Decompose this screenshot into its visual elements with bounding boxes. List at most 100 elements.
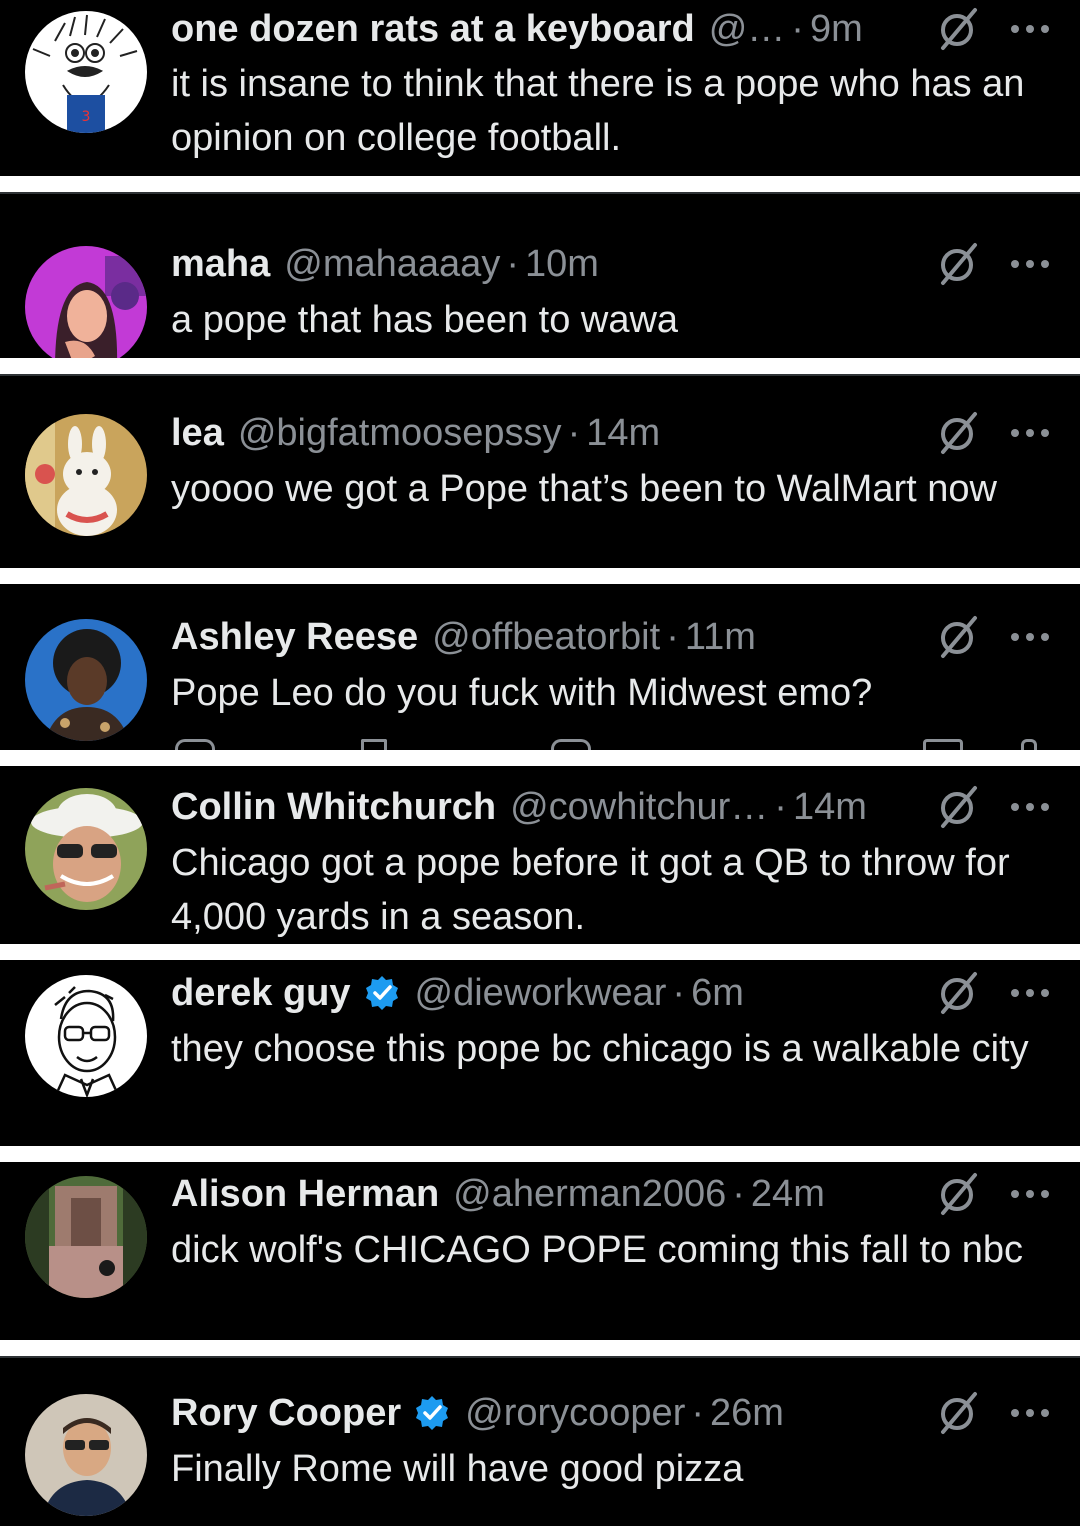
user-handle[interactable]: @mahaaaay	[284, 241, 500, 287]
separator-dot: ·	[732, 1173, 745, 1215]
grok-icon[interactable]	[935, 241, 981, 287]
timestamp[interactable]: 6m	[691, 970, 744, 1016]
avatar[interactable]	[25, 414, 147, 536]
more-options-icon[interactable]	[1008, 1171, 1052, 1217]
more-options-icon[interactable]	[1008, 970, 1052, 1016]
tweet-text: they choose this pope bc chicago is a wa…	[171, 1028, 1029, 1070]
avatar[interactable]	[25, 975, 147, 1097]
bookmark-icon[interactable]	[923, 739, 963, 750]
separator-dot: ·	[666, 616, 679, 658]
separator-dot: ·	[567, 412, 581, 454]
repost-icon[interactable]	[361, 739, 387, 750]
avatar-photo	[25, 414, 147, 536]
user-handle[interactable]: @offbeatorbit	[432, 614, 660, 660]
grok-icon[interactable]	[935, 6, 981, 52]
grok-icon[interactable]	[935, 410, 981, 456]
user-handle[interactable]: @…	[709, 6, 786, 52]
reply-icon[interactable]	[175, 739, 215, 750]
user-handle[interactable]: @cowhitchur…	[510, 784, 768, 830]
grok-icon[interactable]	[935, 614, 981, 660]
timestamp[interactable]: 24m	[751, 1171, 825, 1217]
divider	[0, 374, 1080, 376]
more-options-icon[interactable]	[1008, 410, 1052, 456]
avatar[interactable]	[25, 619, 147, 741]
more-options-icon[interactable]	[1008, 241, 1052, 287]
divider	[0, 1356, 1080, 1358]
verified-badge-icon	[413, 1394, 451, 1432]
avatar-illustration	[25, 975, 147, 1097]
avatar[interactable]	[25, 1394, 147, 1516]
user-handle[interactable]: @bigfatmoosepssy	[238, 410, 562, 456]
timestamp[interactable]: 9m	[810, 6, 863, 52]
tweet-card[interactable]: Collin Whitchurch @cowhitchur… · 14m Chi…	[0, 766, 1080, 944]
avatar[interactable]: 3	[25, 11, 147, 133]
svg-text:3: 3	[82, 109, 91, 125]
timestamp[interactable]: 26m	[710, 1390, 784, 1436]
user-handle[interactable]: @rorycooper	[465, 1390, 685, 1436]
display-name[interactable]: derek guy	[171, 970, 351, 1016]
grok-icon[interactable]	[935, 1171, 981, 1217]
more-options-icon[interactable]	[1008, 784, 1052, 830]
avatar[interactable]	[25, 1176, 147, 1298]
tweet-card[interactable]: maha @mahaaaay · 10m a pope that has bee…	[0, 192, 1080, 358]
tweet-text: it is insane to think that there is a po…	[171, 63, 1025, 159]
divider	[0, 192, 1080, 194]
display-name[interactable]: maha	[171, 241, 270, 287]
grok-icon[interactable]	[935, 1390, 981, 1436]
tweet-text: Chicago got a pope before it got a QB to…	[171, 842, 1010, 938]
tweet-text: Pope Leo do you fuck with Midwest emo?	[171, 672, 873, 714]
tweet-header: maha @mahaaaay · 10m	[171, 241, 599, 287]
tweet-header: lea @bigfatmoosepssy · 14m	[171, 410, 660, 456]
timestamp[interactable]: 14m	[793, 784, 867, 830]
tweet-card[interactable]: Ashley Reese @offbeatorbit · 11m Pope Le…	[0, 584, 1080, 750]
grok-icon[interactable]	[935, 970, 981, 1016]
separator-dot: ·	[672, 972, 686, 1014]
tweet-card[interactable]: derek guy @dieworkwear · 6m they choose …	[0, 960, 1080, 1146]
tweet-header: Collin Whitchurch @cowhitchur… · 14m	[171, 784, 867, 830]
tweet-header: derek guy @dieworkwear · 6m	[171, 970, 744, 1016]
tweet-header: Ashley Reese @offbeatorbit · 11m	[171, 614, 756, 660]
like-icon[interactable]	[551, 739, 591, 750]
tweet-card[interactable]: lea @bigfatmoosepssy · 14m yoooo we got …	[0, 374, 1080, 568]
avatar-photo	[25, 1176, 147, 1298]
avatar-photo	[25, 788, 147, 910]
avatar[interactable]	[25, 246, 147, 358]
display-name[interactable]: Ashley Reese	[171, 614, 418, 660]
avatar-photo	[25, 246, 147, 358]
separator-dot: ·	[691, 1392, 705, 1434]
display-name[interactable]: lea	[171, 410, 224, 456]
tweet-card[interactable]: Rory Cooper @rorycooper · 26m Finally Ro…	[0, 1356, 1080, 1526]
display-name[interactable]: Collin Whitchurch	[171, 784, 496, 830]
avatar-rat-drawing: 3	[25, 11, 147, 133]
more-options-icon[interactable]	[1008, 1390, 1052, 1436]
tweet-text: yoooo we got a Pope that’s been to WalMa…	[171, 468, 997, 510]
avatar-photo	[25, 619, 147, 741]
timestamp[interactable]: 10m	[525, 241, 599, 287]
user-handle[interactable]: @aherman2006	[453, 1171, 726, 1217]
timestamp[interactable]: 11m	[685, 614, 756, 660]
verified-badge-icon	[363, 974, 401, 1012]
tweet-text: Finally Rome will have good pizza	[171, 1448, 744, 1490]
tweet-card[interactable]: Alison Herman @aherman2006 · 24m dick wo…	[0, 1162, 1080, 1340]
separator-dot: ·	[791, 8, 804, 50]
grok-icon[interactable]	[935, 784, 981, 830]
avatar-photo	[25, 1394, 147, 1516]
tweet-header: Rory Cooper @rorycooper · 26m	[171, 1390, 784, 1436]
display-name[interactable]: Alison Herman	[171, 1171, 439, 1217]
timestamp[interactable]: 14m	[586, 410, 660, 456]
tweet-text: dick wolf's CHICAGO POPE coming this fal…	[171, 1229, 1023, 1271]
tweet-header: Alison Herman @aherman2006 · 24m	[171, 1171, 825, 1217]
separator-dot: ·	[506, 243, 519, 285]
user-handle[interactable]: @dieworkwear	[415, 970, 667, 1016]
more-options-icon[interactable]	[1008, 614, 1052, 660]
display-name[interactable]: Rory Cooper	[171, 1390, 401, 1436]
separator-dot: ·	[774, 786, 787, 828]
tweet-text: a pope that has been to wawa	[171, 299, 679, 341]
more-options-icon[interactable]	[1008, 6, 1052, 52]
action-bar	[171, 739, 1080, 750]
tweet-header: one dozen rats at a keyboard @… · 9m	[171, 6, 863, 52]
tweet-card[interactable]: 3 one dozen rats at a keyboard @… · 9m i…	[0, 0, 1080, 176]
avatar[interactable]	[25, 788, 147, 910]
share-icon[interactable]	[1021, 739, 1037, 750]
display-name[interactable]: one dozen rats at a keyboard	[171, 6, 695, 52]
